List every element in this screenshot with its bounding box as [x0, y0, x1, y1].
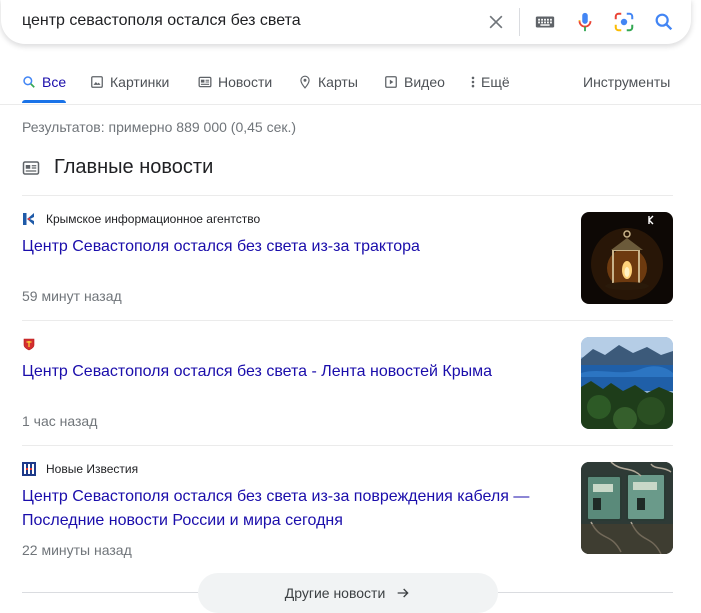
- search-input[interactable]: центр севастополя остался без света: [22, 12, 301, 30]
- active-tab-indicator: [22, 100, 66, 103]
- search-tabs: Все Картинки Новости Карты Видео Ещё Инс…: [0, 68, 701, 104]
- news-time: 22 минуты назад: [22, 542, 132, 558]
- close-icon: [489, 15, 503, 29]
- results-stats: Результатов: примерно 889 000 (0,45 сек.…: [22, 119, 297, 135]
- news-source: [22, 337, 46, 351]
- source-name: Новые Известия: [46, 462, 139, 476]
- news-time: 59 минут назад: [22, 288, 122, 304]
- news-source: Новые Известия: [22, 462, 138, 476]
- more-news-button[interactable]: Другие новости: [198, 573, 498, 613]
- video-icon: [385, 76, 397, 88]
- divider: [22, 445, 673, 446]
- news-thumbnail[interactable]: [581, 462, 673, 554]
- tools-label: Инструменты: [583, 74, 671, 90]
- search-submit-button[interactable]: [652, 10, 676, 34]
- source-name: Крымское информационное агентство: [46, 212, 261, 226]
- clear-search-button[interactable]: [484, 10, 508, 34]
- more-vert-icon: [471, 76, 475, 88]
- tab-label: Ещё: [481, 74, 510, 90]
- news-source: Крымское информационное агентство: [22, 212, 260, 226]
- map-pin-icon: [300, 75, 310, 89]
- voice-search-button[interactable]: [573, 10, 597, 34]
- lens-search-button[interactable]: [612, 10, 636, 34]
- tab-label: Видео: [404, 74, 445, 90]
- news-item[interactable]: Крымское информационное агентство Центр …: [22, 212, 673, 304]
- tab-label: Все: [42, 74, 67, 90]
- tab-label: Картинки: [110, 74, 170, 90]
- more-news-label: Другие новости: [284, 585, 386, 601]
- top-stories-header: Главные новости: [22, 156, 213, 179]
- news-headline-link[interactable]: Центр Севастополя остался без света - Ле…: [22, 360, 562, 384]
- tab-video[interactable]: Видео: [384, 74, 445, 90]
- image-icon: [91, 76, 103, 88]
- news-time: 1 час назад: [22, 413, 98, 429]
- keyboard-button[interactable]: [533, 10, 557, 34]
- divider: [22, 195, 673, 196]
- camera-lens-icon: [614, 12, 634, 32]
- crimea-coat-of-arms-icon: [22, 337, 36, 351]
- news-thumbnail[interactable]: [581, 337, 673, 429]
- tab-images[interactable]: Картинки: [90, 74, 169, 90]
- tab-all[interactable]: Все: [22, 74, 66, 90]
- top-stories-title: Главные новости: [54, 156, 214, 178]
- tabs-divider: [0, 104, 701, 105]
- news-icon: [22, 160, 40, 175]
- news-thumbnail[interactable]: [581, 212, 673, 304]
- tab-label: Новости: [218, 74, 273, 90]
- search-bar: центр севастополя остался без света: [1, 0, 691, 44]
- news-headline-link[interactable]: Центр Севастополя остался без света из-з…: [22, 235, 562, 259]
- tab-news[interactable]: Новости: [198, 74, 272, 90]
- divider: [498, 592, 673, 593]
- news-headline-link[interactable]: Центр Севастополя остался без света из-з…: [22, 485, 562, 533]
- microphone-icon: [578, 12, 592, 32]
- keyboard-icon: [535, 16, 555, 28]
- news-item[interactable]: Центр Севастополя остался без света - Ле…: [22, 337, 673, 429]
- search-icon: [655, 13, 673, 31]
- arrow-right-icon: [397, 588, 409, 598]
- divider: [22, 592, 198, 593]
- news-item[interactable]: Новые Известия Центр Севастополя остался…: [22, 462, 673, 558]
- search-bar-divider: [519, 8, 520, 36]
- tab-label: Карты: [318, 74, 358, 90]
- source-logo-icon: [22, 462, 36, 476]
- news-icon: [198, 76, 212, 88]
- tab-more[interactable]: Ещё: [470, 74, 510, 90]
- search-icon: [23, 76, 35, 88]
- tab-maps[interactable]: Карты: [298, 74, 358, 90]
- divider: [22, 320, 673, 321]
- tools-button[interactable]: Инструменты: [583, 74, 670, 90]
- source-logo-icon: [22, 212, 36, 226]
